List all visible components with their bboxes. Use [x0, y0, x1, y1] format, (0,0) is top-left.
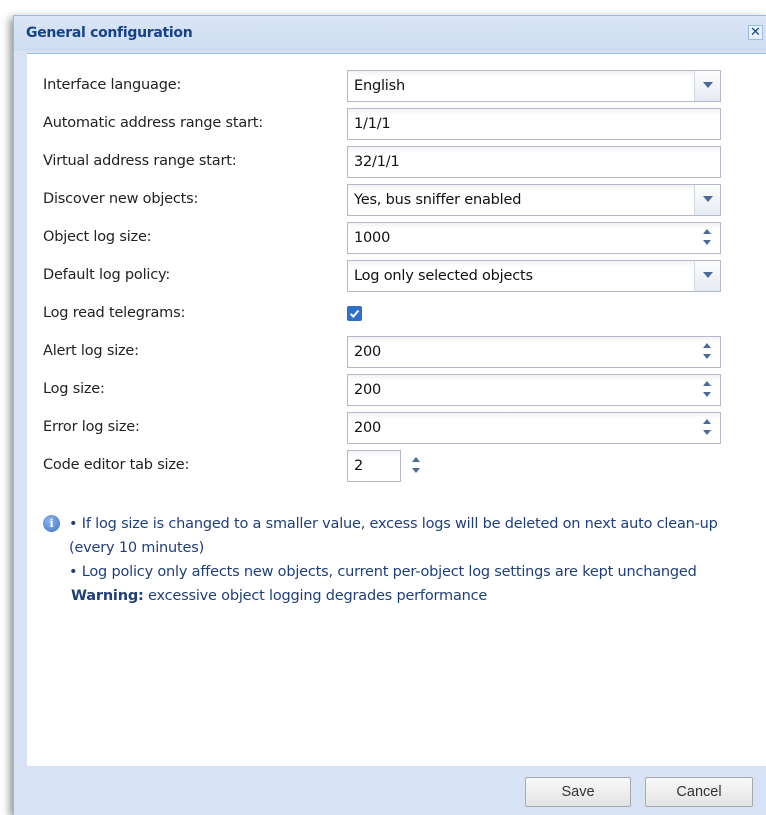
row-error-log-size: Error log size: 200 — [27, 411, 766, 445]
auto-address-start-label: Automatic address range start: — [43, 115, 263, 131]
close-icon[interactable]: ✕ — [748, 25, 763, 40]
log-size-value: 200 — [354, 382, 382, 398]
interface-language-value: English — [354, 78, 405, 94]
row-virtual-address-start: Virtual address range start: 32/1/1 — [27, 145, 766, 179]
virtual-address-start-label: Virtual address range start: — [43, 153, 237, 169]
chevron-down-icon[interactable] — [694, 261, 720, 291]
cancel-button[interactable]: Cancel — [645, 777, 753, 807]
interface-language-select[interactable]: English — [347, 70, 721, 102]
dialog-title: General configuration — [26, 25, 193, 41]
spinner-icon[interactable] — [694, 223, 720, 253]
row-object-log-size: Object log size: 1000 — [27, 221, 766, 255]
log-read-telegrams-checkbox[interactable] — [347, 306, 362, 321]
spinner-icon[interactable] — [694, 413, 720, 443]
code-editor-tab-size-stepper[interactable]: 2 — [347, 450, 401, 482]
general-configuration-dialog: General configuration ✕ Interface langua… — [13, 15, 766, 815]
virtual-address-start-value: 32/1/1 — [354, 154, 400, 170]
warning-label: Warning: — [71, 588, 144, 604]
discover-objects-value: Yes, bus sniffer enabled — [354, 192, 522, 208]
row-alert-log-size: Alert log size: 200 — [27, 335, 766, 369]
dialog-body: Interface language: English Automatic ad… — [27, 53, 766, 766]
info-note-log-policy: • Log policy only affects new objects, c… — [69, 564, 697, 580]
virtual-address-start-input[interactable]: 32/1/1 — [347, 146, 721, 178]
checkmark-icon — [349, 309, 360, 318]
spinner-icon[interactable] — [403, 450, 429, 482]
log-read-telegrams-label: Log read telegrams: — [43, 305, 186, 321]
info-icon: i — [43, 515, 60, 532]
discover-objects-label: Discover new objects: — [43, 191, 199, 207]
auto-address-start-input[interactable]: 1/1/1 — [347, 108, 721, 140]
alert-log-size-stepper[interactable]: 200 — [347, 336, 721, 368]
object-log-size-stepper[interactable]: 1000 — [347, 222, 721, 254]
info-note-log-size: • If log size is changed to a smaller va… — [69, 516, 718, 556]
alert-log-size-value: 200 — [354, 344, 382, 360]
dialog-titlebar[interactable]: General configuration ✕ — [14, 16, 766, 51]
chevron-down-icon[interactable] — [694, 185, 720, 215]
warning-text: excessive object logging degrades perfor… — [143, 588, 488, 604]
object-log-size-label: Object log size: — [43, 229, 152, 245]
code-editor-tab-size-value: 2 — [354, 458, 364, 474]
default-log-policy-label: Default log policy: — [43, 267, 171, 283]
row-interface-language: Interface language: English — [27, 69, 766, 103]
auto-address-start-value: 1/1/1 — [354, 116, 391, 132]
chevron-down-icon[interactable] — [694, 71, 720, 101]
alert-log-size-label: Alert log size: — [43, 343, 139, 359]
error-log-size-label: Error log size: — [43, 419, 140, 435]
row-code-editor-tab-size: Code editor tab size: 2 — [27, 449, 766, 483]
save-button[interactable]: Save — [525, 777, 631, 807]
interface-language-label: Interface language: — [43, 77, 182, 93]
error-log-size-value: 200 — [354, 420, 382, 436]
row-auto-address-start: Automatic address range start: 1/1/1 — [27, 107, 766, 141]
default-log-policy-value: Log only selected objects — [354, 268, 533, 284]
row-discover-objects: Discover new objects: Yes, bus sniffer e… — [27, 183, 766, 217]
code-editor-tab-size-label: Code editor tab size: — [43, 457, 190, 473]
info-text: • If log size is changed to a smaller va… — [69, 512, 733, 608]
log-size-label: Log size: — [43, 381, 105, 397]
discover-objects-select[interactable]: Yes, bus sniffer enabled — [347, 184, 721, 216]
info-warning: Warning: excessive object logging degrad… — [69, 584, 733, 608]
error-log-size-stepper[interactable]: 200 — [347, 412, 721, 444]
spinner-icon[interactable] — [694, 375, 720, 405]
row-log-size: Log size: 200 — [27, 373, 766, 407]
log-size-stepper[interactable]: 200 — [347, 374, 721, 406]
row-default-log-policy: Default log policy: Log only selected ob… — [27, 259, 766, 293]
object-log-size-value: 1000 — [354, 230, 391, 246]
default-log-policy-select[interactable]: Log only selected objects — [347, 260, 721, 292]
dialog-footer: Save Cancel — [14, 766, 766, 815]
spinner-icon[interactable] — [694, 337, 720, 367]
row-log-read-telegrams: Log read telegrams: — [27, 297, 766, 331]
